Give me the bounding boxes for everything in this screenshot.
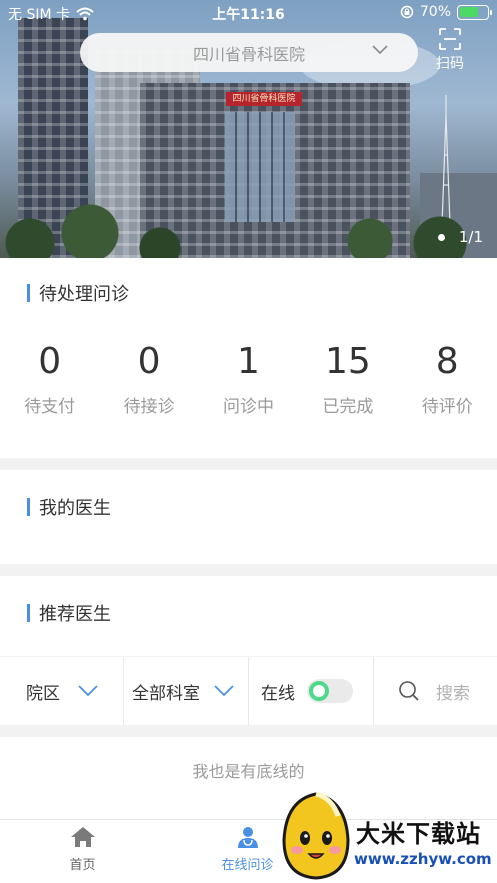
section-accent-bar xyxy=(27,284,30,302)
scan-label: 扫码 xyxy=(436,56,464,72)
stat-value: 1 xyxy=(237,341,260,382)
pending-section: 待处理问诊 0 待支付 0 待接诊 1 问诊中 15 已完成 8 待评价 xyxy=(0,258,497,458)
section-accent-bar xyxy=(27,498,30,516)
doctor-icon xyxy=(237,827,258,848)
section-accent-bar xyxy=(27,604,30,622)
toggle-knob xyxy=(309,681,329,701)
banner-trees xyxy=(0,203,497,258)
search-icon xyxy=(399,681,419,701)
scan-icon xyxy=(439,28,461,50)
section-title: 我的医生 xyxy=(39,498,111,519)
banner-pager: 1/1 xyxy=(437,228,483,246)
tab-home[interactable]: 首页 xyxy=(0,820,165,883)
watermark-name: 大米下载站 xyxy=(356,820,481,848)
online-toggle[interactable] xyxy=(307,679,353,703)
stat-value: 0 xyxy=(137,341,161,382)
status-bar: 无 SIM 卡 上午11:16 70% xyxy=(0,0,497,26)
chevron-down-icon xyxy=(214,685,234,697)
watermark: 大米下载站 www.zzhyw.com xyxy=(270,790,497,883)
campus-filter-label: 院区 xyxy=(26,683,60,704)
online-filter-label: 在线 xyxy=(261,683,295,704)
department-filter[interactable]: 全部科室 xyxy=(124,657,249,725)
section-header: 推荐医生 xyxy=(27,600,111,626)
search-button[interactable]: 搜索 xyxy=(374,657,497,725)
stat-label: 已完成 xyxy=(322,397,374,417)
recommended-section: 推荐医生 xyxy=(0,576,497,656)
stat-item[interactable]: 15 已完成 xyxy=(298,341,397,418)
tab-label: 在线问诊 xyxy=(221,858,274,873)
rotation-lock-icon xyxy=(400,5,414,19)
department-filter-label: 全部科室 xyxy=(132,683,200,704)
stat-item[interactable]: 1 问诊中 xyxy=(199,341,298,418)
watermark-url: www.zzhyw.com xyxy=(354,850,492,868)
scan-button[interactable]: 扫码 xyxy=(428,28,472,73)
stat-value: 15 xyxy=(324,341,371,382)
stat-item[interactable]: 0 待支付 xyxy=(0,341,99,418)
section-header: 我的医生 xyxy=(27,494,111,520)
battery-percent: 70% xyxy=(419,4,451,20)
section-title: 待处理问诊 xyxy=(39,284,129,305)
banner-sign: 四川省骨科医院 xyxy=(226,92,302,106)
section-header: 待处理问诊 xyxy=(27,280,129,306)
hospital-name: 四川省骨科医院 xyxy=(192,44,305,64)
stat-label: 待支付 xyxy=(24,397,76,417)
chevron-down-icon xyxy=(372,45,388,55)
stat-item[interactable]: 8 待评价 xyxy=(398,341,497,418)
stat-label: 待评价 xyxy=(421,397,473,417)
home-icon xyxy=(70,827,95,847)
pager-text: 1/1 xyxy=(458,228,483,246)
search-label: 搜索 xyxy=(436,683,470,704)
hospital-selector[interactable]: 四川省骨科医院 xyxy=(80,33,418,72)
pager-dot xyxy=(437,233,445,241)
my-doctors-section: 我的医生 xyxy=(0,470,497,564)
section-title: 推荐医生 xyxy=(39,604,111,625)
stat-label: 问诊中 xyxy=(222,397,274,417)
tab-label: 首页 xyxy=(69,858,96,873)
campus-filter[interactable]: 院区 xyxy=(0,657,124,725)
stat-value: 8 xyxy=(435,341,459,382)
stat-item[interactable]: 0 待接诊 xyxy=(99,341,198,418)
online-filter[interactable]: 在线 xyxy=(249,657,374,725)
pending-stats: 0 待支付 0 待接诊 1 问诊中 15 已完成 8 待评价 xyxy=(0,341,497,418)
doctor-filter-bar: 院区 全部科室 在线 搜索 xyxy=(0,657,497,725)
chevron-down-icon xyxy=(78,685,98,697)
mascot-logo xyxy=(282,791,350,880)
stat-value: 0 xyxy=(38,341,62,382)
battery-icon xyxy=(457,4,492,20)
stat-label: 待接诊 xyxy=(123,397,175,417)
battery-fill xyxy=(459,7,479,17)
